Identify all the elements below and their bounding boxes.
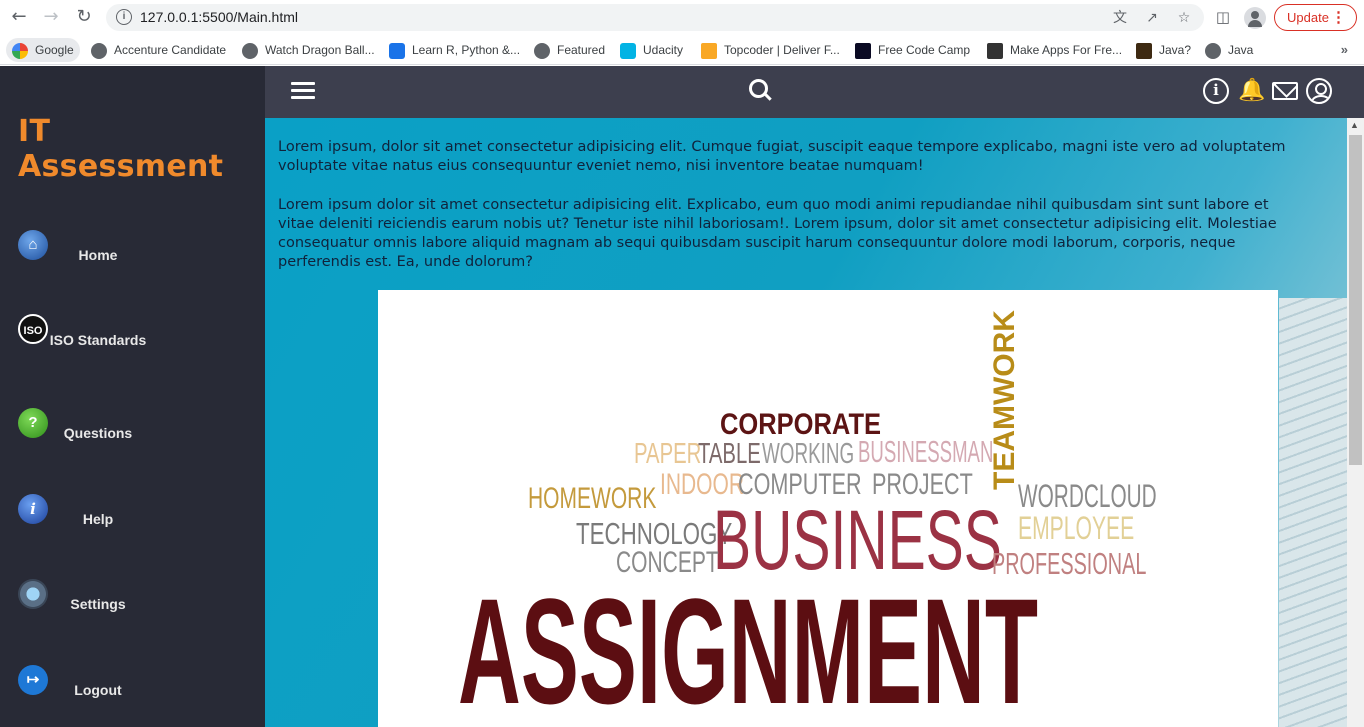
- shield-icon: [389, 42, 405, 59]
- word-employee: EMPLOYEE: [1018, 510, 1135, 546]
- folder-icon: [701, 42, 717, 59]
- word-corporate: CORPORATE: [720, 408, 882, 441]
- sidebar-item-label: Help: [82, 511, 114, 527]
- bookmark-featured[interactable]: Featured: [534, 38, 605, 62]
- word-table: TABLE: [698, 438, 761, 470]
- scrollbar-thumb[interactable]: [1349, 135, 1362, 465]
- word-businessman: BUSINESSMAN: [858, 434, 994, 469]
- url-text: 127.0.0.1:5500/Main.html: [140, 9, 298, 25]
- kebab-menu-icon: ⋮: [1331, 9, 1346, 26]
- page: IT Assessment ⌂ Home ISO ISO Standards ?…: [0, 66, 1364, 727]
- site-info-icon[interactable]: i: [116, 9, 132, 25]
- info-icon: i: [18, 494, 48, 524]
- paragraph-intro: Lorem ipsum, dolor sit amet consectetur …: [278, 139, 1286, 174]
- sidebar-item-label: ISO Standards: [49, 332, 147, 348]
- back-icon[interactable]: ←: [8, 6, 30, 28]
- app-title: IT Assessment: [18, 114, 224, 184]
- sidebar-item-questions[interactable]: ? Questions: [0, 406, 265, 466]
- bookmark-make-apps[interactable]: Make Apps For Fre...: [987, 38, 1122, 62]
- bookmark-star-icon[interactable]: ☆: [1174, 8, 1194, 28]
- profile-avatar[interactable]: [1244, 7, 1266, 29]
- word-technology: TECHNOLOGY: [576, 516, 733, 551]
- info-circle-icon[interactable]: i: [1203, 78, 1229, 104]
- globe-icon: [534, 42, 550, 59]
- address-bar[interactable]: i 127.0.0.1:5500/Main.html 文 ↗ ☆: [106, 4, 1204, 31]
- sidebar-item-label: Questions: [63, 425, 133, 441]
- reload-icon[interactable]: ↻: [73, 6, 95, 28]
- update-label: Update: [1287, 10, 1329, 25]
- home-icon: ⌂: [18, 230, 48, 260]
- bookmarks-bar: Google Accenture Candidate Watch Dragon …: [0, 34, 1364, 65]
- sidebar: IT Assessment ⌂ Home ISO ISO Standards ?…: [0, 66, 265, 727]
- user-icon[interactable]: [1306, 78, 1332, 104]
- bookmark-topcoder[interactable]: Topcoder | Deliver F...: [701, 38, 840, 62]
- bookmark-udacity[interactable]: Udacity: [620, 38, 683, 62]
- word-homework: HOMEWORK: [528, 482, 657, 515]
- bookmark-learn-r[interactable]: Learn R, Python &...: [389, 38, 520, 62]
- bell-icon[interactable]: 🔔: [1238, 78, 1265, 104]
- mail-icon[interactable]: [1272, 82, 1298, 100]
- google-icon: [12, 42, 28, 59]
- globe-icon: [242, 42, 258, 59]
- main-content: Lorem ipsum, dolor sit amet consectetur …: [265, 118, 1364, 727]
- bookmark-free-code-camp[interactable]: Free Code Camp: [855, 38, 970, 62]
- sidebar-item-help[interactable]: i Help: [0, 492, 265, 552]
- freecodecamp-icon: [855, 42, 871, 59]
- sidebar-item-label: Home: [78, 247, 118, 263]
- word-paper: PAPER: [634, 438, 702, 470]
- side-panel-icon[interactable]: ◫: [1212, 6, 1234, 28]
- question-icon: ?: [18, 408, 48, 438]
- bookmark-dragon-ball[interactable]: Watch Dragon Ball...: [242, 38, 375, 62]
- scroll-up-icon[interactable]: ▲: [1350, 120, 1359, 130]
- app-icon: [987, 42, 1003, 59]
- bookmark-java[interactable]: Java: [1205, 38, 1253, 62]
- paragraph-body: Lorem ipsum dolor sit amet consectetur a…: [278, 197, 1277, 270]
- browser-toolbar: ← → ↻ i 127.0.0.1:5500/Main.html 文 ↗ ☆ ◫…: [0, 0, 1364, 34]
- search-icon[interactable]: [749, 79, 773, 103]
- top-navbar: i 🔔: [265, 66, 1364, 118]
- udacity-icon: [620, 42, 636, 59]
- iso-icon: ISO: [18, 314, 48, 344]
- sidebar-item-label: Settings: [70, 596, 126, 612]
- bookmark-google[interactable]: Google: [6, 38, 80, 62]
- word-wordcloud: WORDCLOUD: [1018, 478, 1157, 514]
- word-teamwork: TEAMWORK: [988, 310, 1021, 490]
- globe-icon: [91, 42, 107, 59]
- share-icon[interactable]: ↗: [1142, 8, 1162, 28]
- more-bookmarks-icon[interactable]: »: [1341, 42, 1348, 57]
- sidebar-item-iso-standards[interactable]: ISO ISO Standards: [0, 314, 265, 374]
- sidebar-item-logout[interactable]: ↦ Logout: [0, 663, 265, 723]
- settings-icon: [18, 579, 48, 609]
- terminal-icon: [1136, 42, 1152, 59]
- word-working: WORKING: [762, 438, 855, 470]
- update-button[interactable]: Update ⋮: [1274, 4, 1357, 31]
- menu-icon[interactable]: [291, 82, 315, 100]
- logout-icon: ↦: [18, 665, 48, 695]
- forward-icon[interactable]: →: [40, 6, 62, 28]
- globe-icon: [1205, 42, 1221, 59]
- word-assignment: ASSIGNMENT: [458, 567, 1039, 727]
- word-cloud-image: CORPORATE TEAMWORK PAPER TABLE WORKING B…: [378, 290, 1278, 727]
- sidebar-item-label: Logout: [74, 682, 122, 698]
- bookmark-accenture[interactable]: Accenture Candidate: [91, 38, 226, 62]
- translate-icon[interactable]: 文: [1110, 8, 1130, 28]
- sidebar-item-home[interactable]: ⌂ Home: [0, 226, 265, 286]
- sidebar-item-settings[interactable]: Settings: [0, 577, 265, 637]
- bookmark-java-q[interactable]: Java?: [1136, 38, 1191, 62]
